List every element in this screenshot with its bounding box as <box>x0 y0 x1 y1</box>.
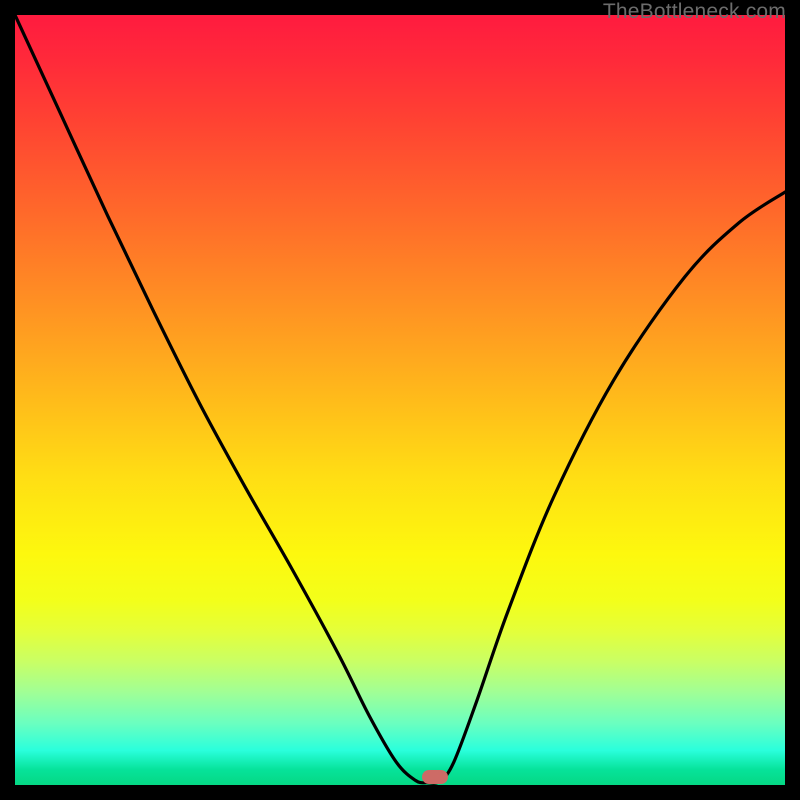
bottleneck-curve <box>15 15 785 785</box>
optimum-marker <box>422 770 448 784</box>
watermark-text: TheBottleneck.com <box>603 0 786 24</box>
chart-container: TheBottleneck.com <box>0 0 800 800</box>
plot-area <box>15 15 785 785</box>
